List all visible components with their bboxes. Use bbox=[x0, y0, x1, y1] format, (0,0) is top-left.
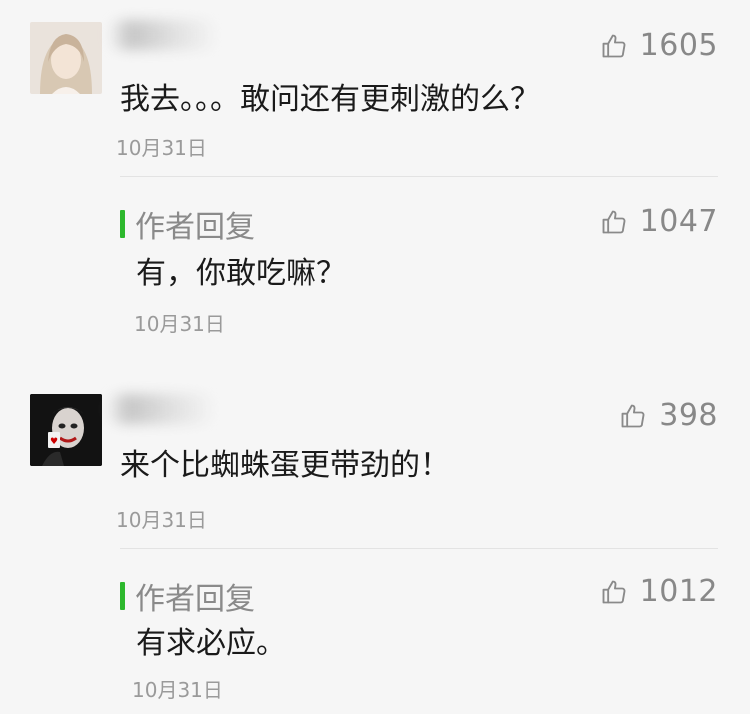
author-reply-bar bbox=[120, 582, 125, 610]
author-reply-tag: 作者回复 bbox=[120, 574, 255, 618]
author-reply-1: 作者回复 1047 有，你敢吃嘛？ 10月31日 bbox=[0, 180, 750, 360]
author-reply-label: 作者回复 bbox=[135, 210, 255, 245]
like-count: 1047 bbox=[639, 204, 718, 239]
reply-date: 10月31日 bbox=[132, 678, 223, 702]
like-button[interactable]: 1012 bbox=[600, 574, 718, 609]
reply-date: 10月31日 bbox=[134, 312, 225, 336]
blurred-username bbox=[108, 20, 218, 50]
thumbs-up-icon bbox=[600, 578, 628, 606]
like-button[interactable]: 1047 bbox=[600, 204, 718, 239]
like-count: 1012 bbox=[639, 574, 718, 609]
like-count: 1605 bbox=[639, 28, 718, 63]
like-count: 398 bbox=[659, 398, 718, 433]
blurred-username bbox=[106, 394, 216, 424]
reply-text: 有，你敢吃嘛？ bbox=[136, 256, 346, 291]
reply-text: 有求必应。 bbox=[136, 626, 286, 661]
avatar-joker-icon: ♥ bbox=[30, 394, 102, 466]
author-reply-2: 作者回复 1012 有求必应。 10月31日 bbox=[0, 552, 750, 714]
comment-date: 10月31日 bbox=[116, 508, 207, 532]
thumbs-up-icon bbox=[619, 402, 647, 430]
comment-text: 我去。。。敢问还有更刺激的么？ bbox=[120, 82, 540, 117]
divider bbox=[120, 176, 718, 177]
divider bbox=[120, 548, 718, 549]
comment-date: 10月31日 bbox=[116, 136, 207, 160]
thumbs-up-icon bbox=[600, 32, 628, 60]
comment-1: 1605 我去。。。敢问还有更刺激的么？ 10月31日 bbox=[0, 0, 750, 180]
comment-text: 来个比蜘蛛蛋更带劲的！ bbox=[120, 448, 450, 483]
author-reply-label: 作者回复 bbox=[135, 582, 255, 617]
author-reply-bar bbox=[120, 210, 125, 238]
avatar[interactable] bbox=[30, 22, 102, 94]
like-button[interactable]: 1605 bbox=[600, 28, 718, 63]
like-button[interactable]: 398 bbox=[619, 398, 718, 433]
avatar[interactable]: ♥ bbox=[30, 394, 102, 466]
comment-2: ♥ 398 来个比蜘蛛蛋更带劲的！ 10月31日 bbox=[0, 380, 750, 550]
thumbs-up-icon bbox=[600, 208, 628, 236]
svg-text:♥: ♥ bbox=[50, 437, 58, 447]
author-reply-tag: 作者回复 bbox=[120, 202, 255, 246]
avatar-girl-icon bbox=[30, 22, 102, 94]
